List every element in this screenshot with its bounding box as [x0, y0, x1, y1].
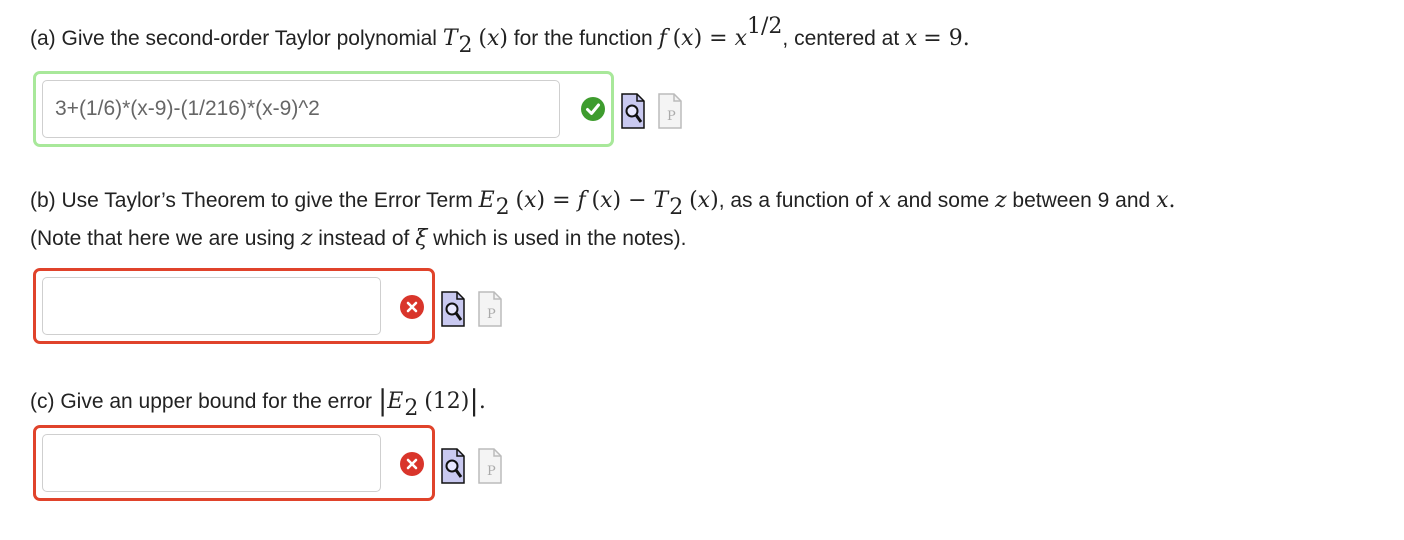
svg-text:P: P [667, 109, 676, 124]
question-b-text: (b) Use Taylor’s Theorem to give the Err… [30, 188, 1176, 220]
preview-icon[interactable] [621, 93, 645, 129]
question-a-text: (a) Give the second-order Taylor polynom… [30, 14, 970, 58]
answer-b-input[interactable] [42, 277, 381, 335]
incorrect-x-icon [400, 295, 424, 319]
svg-text:P: P [487, 464, 496, 479]
preview-icon[interactable] [441, 291, 465, 327]
answer-a-input[interactable]: 3+(1/6)*(x-9)-(1/216)*(x-9)^2 [42, 80, 560, 138]
preview-expression-icon[interactable]: P [658, 93, 682, 129]
incorrect-x-icon [400, 452, 424, 476]
question-b-note: (Note that here we are using z instead o… [30, 226, 687, 251]
preview-expression-icon[interactable]: P [478, 291, 502, 327]
svg-text:P: P [487, 307, 496, 322]
preview-icon[interactable] [441, 448, 465, 484]
answer-c-input[interactable] [42, 434, 381, 492]
question-c-text: (c) Give an upper bound for the error |E… [30, 384, 486, 421]
preview-expression-icon[interactable]: P [478, 448, 502, 484]
correct-check-icon [581, 97, 605, 121]
